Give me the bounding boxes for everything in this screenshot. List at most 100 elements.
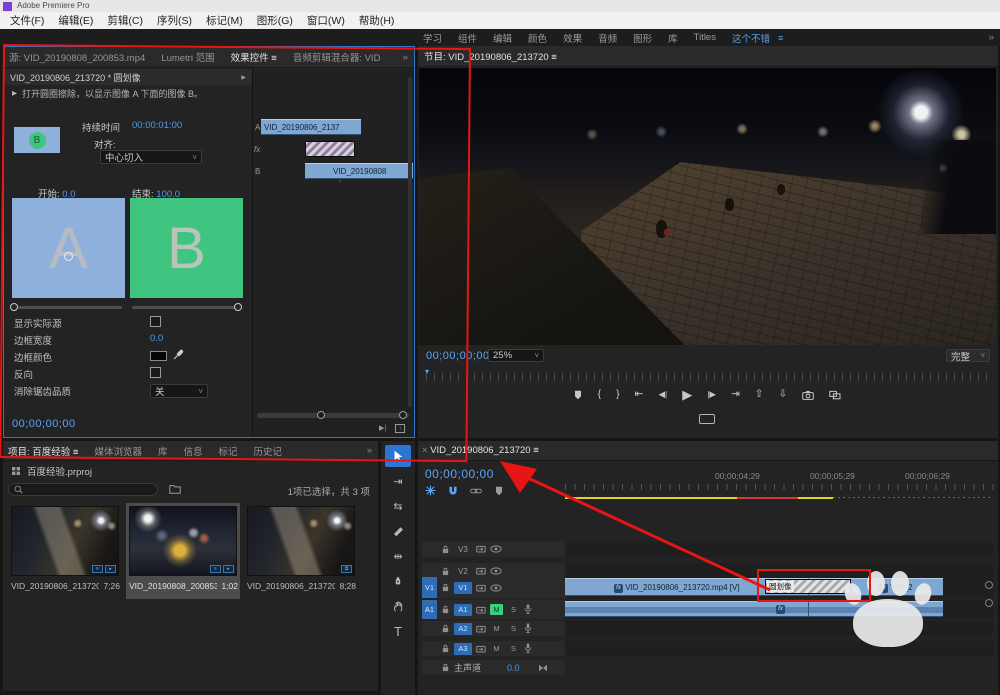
mini-vscrollbar[interactable] xyxy=(408,77,412,407)
type-tool[interactable]: T xyxy=(385,620,411,642)
mark-in-icon[interactable]: { xyxy=(598,389,602,400)
source-patch-a1[interactable]: A1 xyxy=(422,600,437,619)
track-name[interactable]: A3 xyxy=(454,643,472,655)
slip-tool[interactable]: ⇹ xyxy=(385,545,411,567)
eye-icon[interactable] xyxy=(490,545,502,553)
hand-tool[interactable] xyxy=(385,595,411,617)
end-slider-handle[interactable] xyxy=(234,303,242,311)
sync-lock-icon[interactable] xyxy=(476,544,486,554)
program-playhead[interactable]: ▾ xyxy=(425,367,429,376)
mic-icon[interactable] xyxy=(524,604,532,615)
tab-sequence[interactable]: × VID_20190806_213720 ≡ xyxy=(418,445,547,456)
workspace-tab-graphics[interactable]: 图形 xyxy=(625,31,660,45)
end-slider[interactable] xyxy=(132,306,240,309)
source-patch[interactable] xyxy=(422,641,437,656)
workspace-tab-editing[interactable]: 编辑 xyxy=(485,31,520,45)
search-input[interactable] xyxy=(8,483,158,496)
track-name[interactable]: V1 xyxy=(454,582,472,594)
add-marker-icon[interactable] xyxy=(573,390,583,400)
source-patch[interactable] xyxy=(422,621,437,636)
tab-markers[interactable]: 标记 xyxy=(211,444,246,458)
ripple-edit-tool[interactable]: ⇆ xyxy=(385,495,411,517)
clip-thumbnail[interactable]: ≡ ▸ xyxy=(129,506,237,576)
clip-name[interactable]: VID_20190806_213720 xyxy=(247,581,335,591)
tab-history[interactable]: 历史记 xyxy=(246,444,291,458)
clip-thumbnail[interactable]: ≡ ▸ xyxy=(11,506,119,576)
mini-zoom-handle-right[interactable] xyxy=(399,411,407,419)
workspace-overflow-icon[interactable]: » xyxy=(983,32,1000,43)
panel-menu-icon[interactable]: ≡ xyxy=(271,53,277,64)
mute-button[interactable]: M xyxy=(490,643,503,654)
lock-icon[interactable] xyxy=(441,644,450,653)
pan-bowtie-icon[interactable] xyxy=(538,664,548,672)
tab-lumetri-scopes[interactable]: Lumetri 范围 xyxy=(153,50,222,64)
new-bin-folder-icon[interactable] xyxy=(169,484,181,494)
mini-clip-a[interactable]: VID_20190806_2137 xyxy=(261,119,361,135)
workspace-menu-icon[interactable]: ≡ xyxy=(778,33,783,43)
eye-icon[interactable] xyxy=(490,584,502,592)
source-patch[interactable] xyxy=(422,660,437,675)
extract-icon[interactable]: ⇩ xyxy=(779,389,788,400)
align-dropdown[interactable]: 中心切入˅ xyxy=(100,150,202,164)
border-width-value[interactable]: 0.0 xyxy=(150,333,163,344)
master-gain-value[interactable]: 0.0 xyxy=(507,663,520,673)
mute-button[interactable]: M xyxy=(490,623,503,634)
show-source-checkbox[interactable] xyxy=(150,316,161,327)
tab-effect-controls[interactable]: 效果控件 ≡ xyxy=(223,50,285,64)
workspace-tab-titles[interactable]: Titles xyxy=(686,32,724,43)
goto-out-icon[interactable]: ⇥ xyxy=(731,389,740,400)
reverse-checkbox[interactable] xyxy=(150,367,161,378)
add-marker-icon[interactable] xyxy=(494,486,504,496)
track-name[interactable]: A2 xyxy=(454,623,472,635)
menu-file[interactable]: 文件(F) xyxy=(10,13,44,28)
close-icon[interactable]: × xyxy=(422,445,428,456)
workspace-tab-assembly[interactable]: 组件 xyxy=(450,31,485,45)
effect-panel-timecode[interactable]: 00;00;00;00 xyxy=(12,418,76,430)
program-scrub-bar[interactable] xyxy=(426,373,989,381)
comparison-view-icon[interactable] xyxy=(829,390,841,400)
mini-zoom-slider[interactable] xyxy=(257,413,409,418)
lock-icon[interactable] xyxy=(441,663,450,672)
monitor-extra-button[interactable] xyxy=(699,414,715,424)
mini-caret-icon[interactable]: ˆ xyxy=(339,181,341,188)
workspace-tab-libraries[interactable]: 库 xyxy=(660,31,686,45)
transition-clip[interactable]: 圆划像 xyxy=(765,579,851,594)
program-timecode[interactable]: 00;00;00;00 xyxy=(426,350,490,362)
project-file-row[interactable]: 百度经验.prproj xyxy=(3,463,378,479)
project-item-card[interactable]: ⧉ VID_20190806_213720 8;28 xyxy=(244,503,358,599)
project-item-card[interactable]: ≡ ▸ VID_20190806_213720_ 7;26 xyxy=(8,503,122,599)
menu-help[interactable]: 帮助(H) xyxy=(359,13,395,28)
timeline-timecode[interactable]: 00;00;00;00 xyxy=(425,467,494,481)
mini-zoom-handle-left[interactable] xyxy=(317,411,325,419)
panel-menu-icon[interactable]: ≡ xyxy=(533,445,539,456)
snap-magnet-icon[interactable] xyxy=(448,486,458,496)
scroll-dot[interactable] xyxy=(985,581,993,589)
pen-tool[interactable] xyxy=(385,570,411,592)
workspace-tab-learn[interactable]: 学习 xyxy=(415,31,450,45)
start-slider-handle[interactable] xyxy=(10,303,18,311)
program-zoom-dropdown[interactable]: 25%˅ xyxy=(488,349,544,362)
tabs-overflow-icon[interactable]: » xyxy=(397,52,414,63)
menu-sequence[interactable]: 序列(S) xyxy=(157,13,192,28)
workspace-tab-custom[interactable]: 这个不错 xyxy=(724,31,778,45)
lock-icon[interactable] xyxy=(441,624,450,633)
panel-menu-icon[interactable]: ≡ xyxy=(73,447,79,458)
sync-lock-icon[interactable] xyxy=(476,583,486,593)
eye-icon[interactable] xyxy=(490,567,502,575)
antialias-dropdown[interactable]: 关˅ xyxy=(150,384,208,398)
clip-name[interactable]: VID_20190808_200853_ xyxy=(129,581,217,591)
selection-tool[interactable] xyxy=(385,445,411,467)
tab-project[interactable]: 项目: 百度经验 ≡ xyxy=(3,444,86,458)
preview-a[interactable]: A xyxy=(12,198,125,298)
lock-icon[interactable] xyxy=(441,583,450,592)
menu-graphics[interactable]: 图形(G) xyxy=(257,13,293,28)
timeline-ruler[interactable]: 00;00;04;29 00;00;05;29 00;00;06;29 00;0… xyxy=(565,465,995,491)
workspace-tab-audio[interactable]: 音频 xyxy=(590,31,625,45)
twirl-icon[interactable]: ▶ xyxy=(4,89,22,97)
tab-media-browser[interactable]: 媒体浏览器 xyxy=(86,444,150,458)
tab-program-monitor[interactable]: 节目: VID_20190806_213720 ≡ xyxy=(418,49,565,63)
effect-expander-icon[interactable]: ▶ xyxy=(241,74,252,81)
sync-lock-icon[interactable] xyxy=(476,605,486,615)
project-item-card-selected[interactable]: ≡ ▸ VID_20190808_200853_ 1;02 xyxy=(126,503,240,599)
menu-marker[interactable]: 标记(M) xyxy=(206,13,243,28)
